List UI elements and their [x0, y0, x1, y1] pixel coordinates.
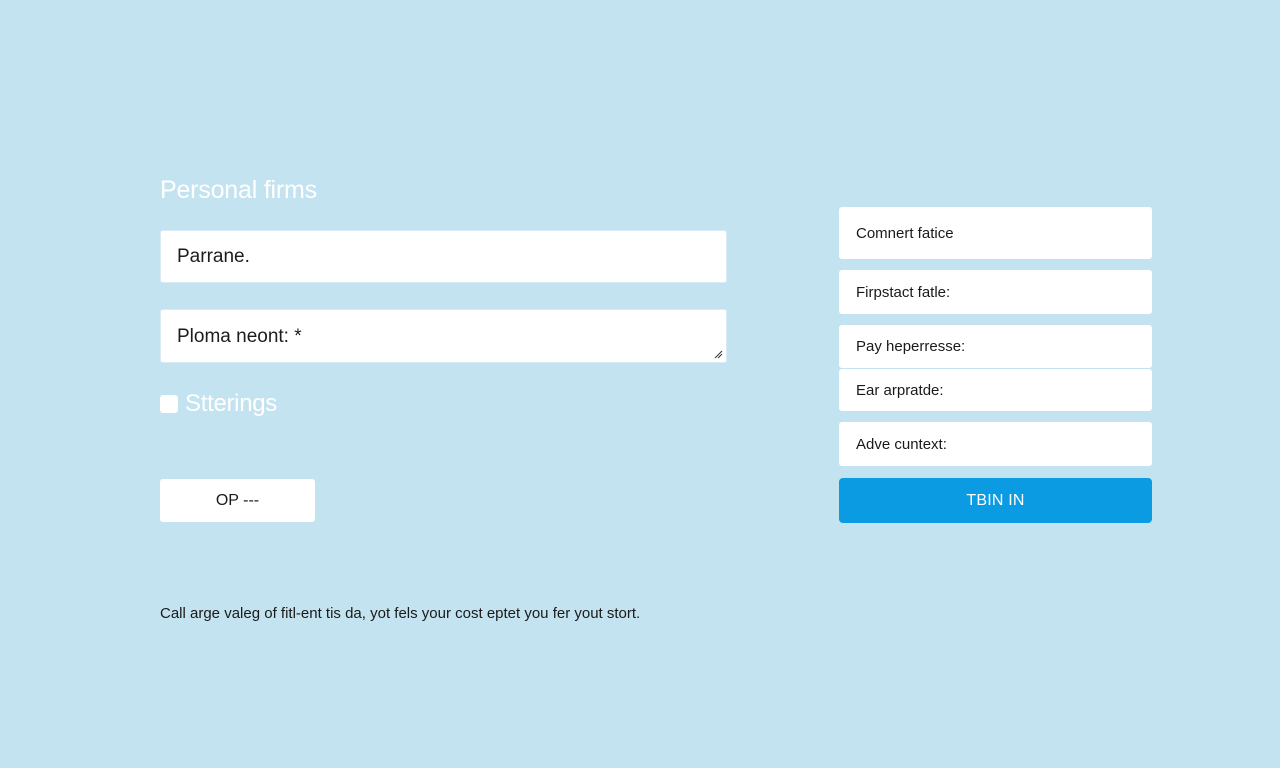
submit-button[interactable]: TBIN IN [839, 478, 1152, 523]
settings-checkbox[interactable] [160, 395, 178, 413]
contact-field[interactable]: Firpstact fatle: [839, 270, 1152, 314]
resize-handle-icon[interactable] [714, 350, 723, 359]
pay-field[interactable]: Pay heperresse: [839, 325, 1152, 368]
settings-checkbox-row[interactable]: Stterings [160, 390, 277, 418]
footer-note: Call arge valeg of fitl-ent tis da, yot … [160, 605, 641, 622]
context-field-label: Adve cuntext: [856, 435, 947, 453]
op-button[interactable]: OP --- [160, 479, 315, 522]
ear-field-label: Ear arpratde: [856, 381, 944, 399]
context-field[interactable]: Adve cuntext: [839, 422, 1152, 466]
pay-field-label: Pay heperresse: [856, 338, 966, 355]
name-input[interactable] [160, 230, 727, 283]
ear-field[interactable]: Ear arpratde: [839, 369, 1152, 411]
comment-field[interactable]: Comnert fatice [839, 207, 1152, 259]
contact-field-label: Firpstact fatle: [856, 283, 951, 301]
settings-checkbox-label: Stterings [185, 390, 278, 417]
note-textarea[interactable]: Ploma neont: * [160, 309, 727, 363]
comment-field-label: Comnert fatice [856, 224, 954, 242]
context-form: Comnert fatice Firpstact fatle: Pay hepe… [839, 0, 1152, 768]
form-title: Personal firms [160, 176, 317, 204]
personal-form: Personal firms Ploma neont: * Stterings … [160, 0, 727, 768]
